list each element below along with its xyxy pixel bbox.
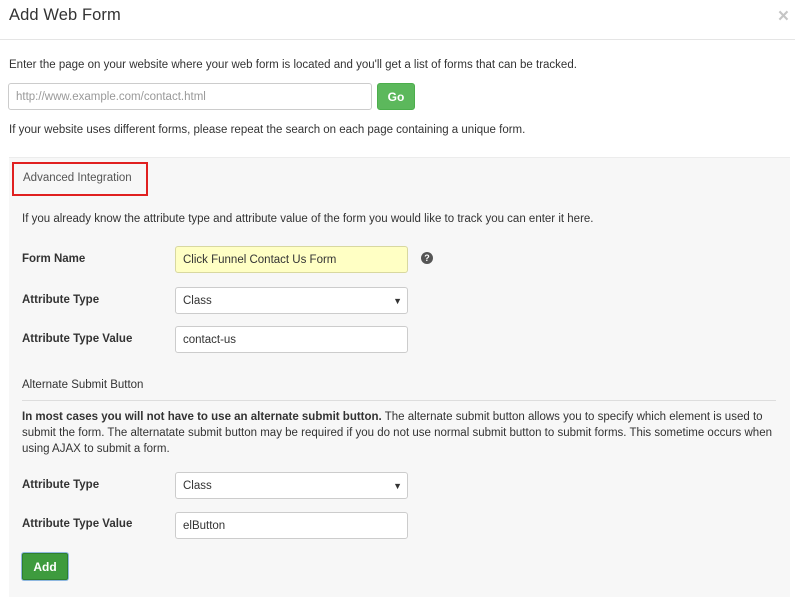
- attribute-type-label: Attribute Type: [22, 294, 100, 306]
- advanced-integration-description: If you already know the attribute type a…: [22, 213, 594, 225]
- go-button[interactable]: Go: [377, 83, 415, 110]
- attribute-type-select[interactable]: Class ▼: [175, 287, 408, 314]
- chevron-down-icon: ▼: [393, 481, 402, 491]
- chevron-down-icon: ▼: [393, 296, 402, 306]
- attribute-type-value-input[interactable]: contact-us: [175, 326, 408, 353]
- close-icon[interactable]: ×: [778, 7, 789, 26]
- question-circle-icon[interactable]: ?: [421, 252, 433, 264]
- attribute-type-value-text: contact-us: [183, 333, 237, 346]
- alt-attribute-type-label: Attribute Type: [22, 479, 100, 491]
- advanced-integration-heading[interactable]: Advanced Integration: [12, 162, 148, 196]
- form-name-label: Form Name: [22, 253, 86, 265]
- alt-attribute-type-value-input[interactable]: elButton: [175, 512, 408, 539]
- search-intro-text: Enter the page on your website where you…: [9, 59, 577, 71]
- attribute-type-value-label: Attribute Type Value: [22, 333, 133, 345]
- alt-attribute-type-value-text: elButton: [183, 519, 226, 532]
- form-name-value: Click Funnel Contact Us Form: [183, 253, 337, 266]
- dialog-header: Add Web Form ×: [0, 0, 795, 40]
- repeat-search-note: If your website uses different forms, pl…: [9, 124, 526, 136]
- alt-attribute-type-selected: Class: [183, 479, 212, 492]
- form-name-input[interactable]: Click Funnel Contact Us Form: [175, 246, 408, 273]
- attribute-type-selected: Class: [183, 294, 212, 307]
- section-divider: [22, 400, 776, 401]
- alt-attribute-type-value-label: Attribute Type Value: [22, 518, 133, 530]
- page-url-input[interactable]: [8, 83, 372, 110]
- alternate-submit-heading: Alternate Submit Button: [22, 379, 144, 391]
- add-button[interactable]: Add: [22, 553, 68, 580]
- alternate-submit-description-bold: In most cases you will not have to use a…: [22, 411, 382, 423]
- dialog-title: Add Web Form: [9, 6, 121, 24]
- alternate-submit-description: In most cases you will not have to use a…: [22, 409, 780, 457]
- alt-attribute-type-select[interactable]: Class ▼: [175, 472, 408, 499]
